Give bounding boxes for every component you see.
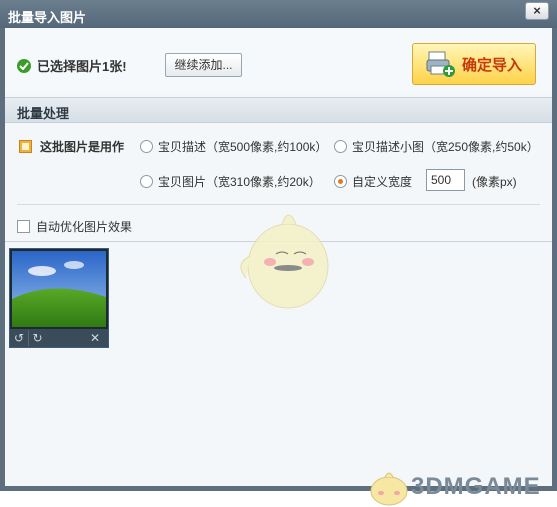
radio-label: 宝贝描述（宽500像素,约100k） (158, 140, 328, 154)
confirm-import-label: 确定导入 (461, 56, 522, 74)
width-unit-label: (像素px) (472, 175, 517, 189)
radio-circle[interactable] (334, 140, 347, 153)
title-bar: 批量导入图片 × (0, 0, 557, 28)
radio-circle[interactable] (140, 140, 153, 153)
image-usage-icon (19, 140, 32, 153)
confirm-import-button[interactable]: 确定导入 (412, 43, 536, 85)
rotate-left-icon[interactable]: ↺ (10, 330, 28, 346)
selected-count-text: 已选择图片1张! (37, 59, 127, 74)
radio-desc-500[interactable]: 宝贝描述（宽500像素,约100k） (140, 138, 327, 155)
batch-section-header: 批量处理 (5, 97, 552, 123)
mascot-watermark-image (230, 196, 340, 316)
import-dialog: 批量导入图片 × 已选择图片1张! 继续添加... 确定导入 批量处理 这批图片… (0, 0, 557, 506)
printer-add-icon (426, 50, 456, 78)
auto-optimize-checkbox[interactable] (17, 220, 30, 233)
close-button[interactable]: × (525, 2, 549, 20)
watermark: 3DMGAME (365, 467, 541, 507)
usage-label: 这批图片是用作 (19, 138, 124, 155)
thumbnail-toolbar: ↺ ↻ ✕ (10, 329, 108, 347)
radio-desc-small-250[interactable]: 宝贝描述小图（宽250像素,约50k） (334, 138, 539, 155)
rotate-right-icon[interactable]: ↻ (28, 330, 46, 346)
watermark-text: 3DMGAME (411, 473, 541, 500)
radio-circle[interactable] (334, 175, 347, 188)
window-title: 批量导入图片 (8, 10, 87, 25)
usage-text: 这批图片是用作 (40, 140, 125, 154)
check-icon (17, 58, 31, 73)
selection-area: 已选择图片1张! 继续添加... 确定导入 (5, 28, 552, 92)
auto-optimize-label: 自动优化图片效果 (36, 220, 133, 234)
close-icon: × (533, 3, 541, 18)
green-hills-image (12, 251, 106, 327)
thumbnail-item[interactable]: ↺ ↻ ✕ (9, 248, 109, 348)
delete-icon[interactable]: ✕ (86, 330, 104, 346)
radio-label: 宝贝描述小图（宽250像素,约50k） (352, 140, 539, 154)
dialog-content: 已选择图片1张! 继续添加... 确定导入 批量处理 这批图片是用作 宝贝描述（… (5, 28, 552, 506)
radio-item-image-310[interactable]: 宝贝图片（宽310像素,约20k） (140, 173, 321, 190)
radio-circle[interactable] (140, 175, 153, 188)
add-more-button[interactable]: 继续添加... (165, 53, 242, 77)
selection-status: 已选择图片1张! (17, 56, 127, 75)
custom-width-input[interactable]: 500 (426, 169, 465, 191)
radio-custom-width[interactable]: 自定义宽度 (334, 173, 412, 190)
radio-label: 宝贝图片（宽310像素,约20k） (158, 175, 321, 189)
batch-header-title: 批量处理 (17, 106, 70, 121)
auto-optimize-option[interactable]: 自动优化图片效果 (17, 218, 132, 235)
radio-label: 自定义宽度 (352, 175, 413, 189)
mascot-logo-icon (370, 472, 408, 506)
